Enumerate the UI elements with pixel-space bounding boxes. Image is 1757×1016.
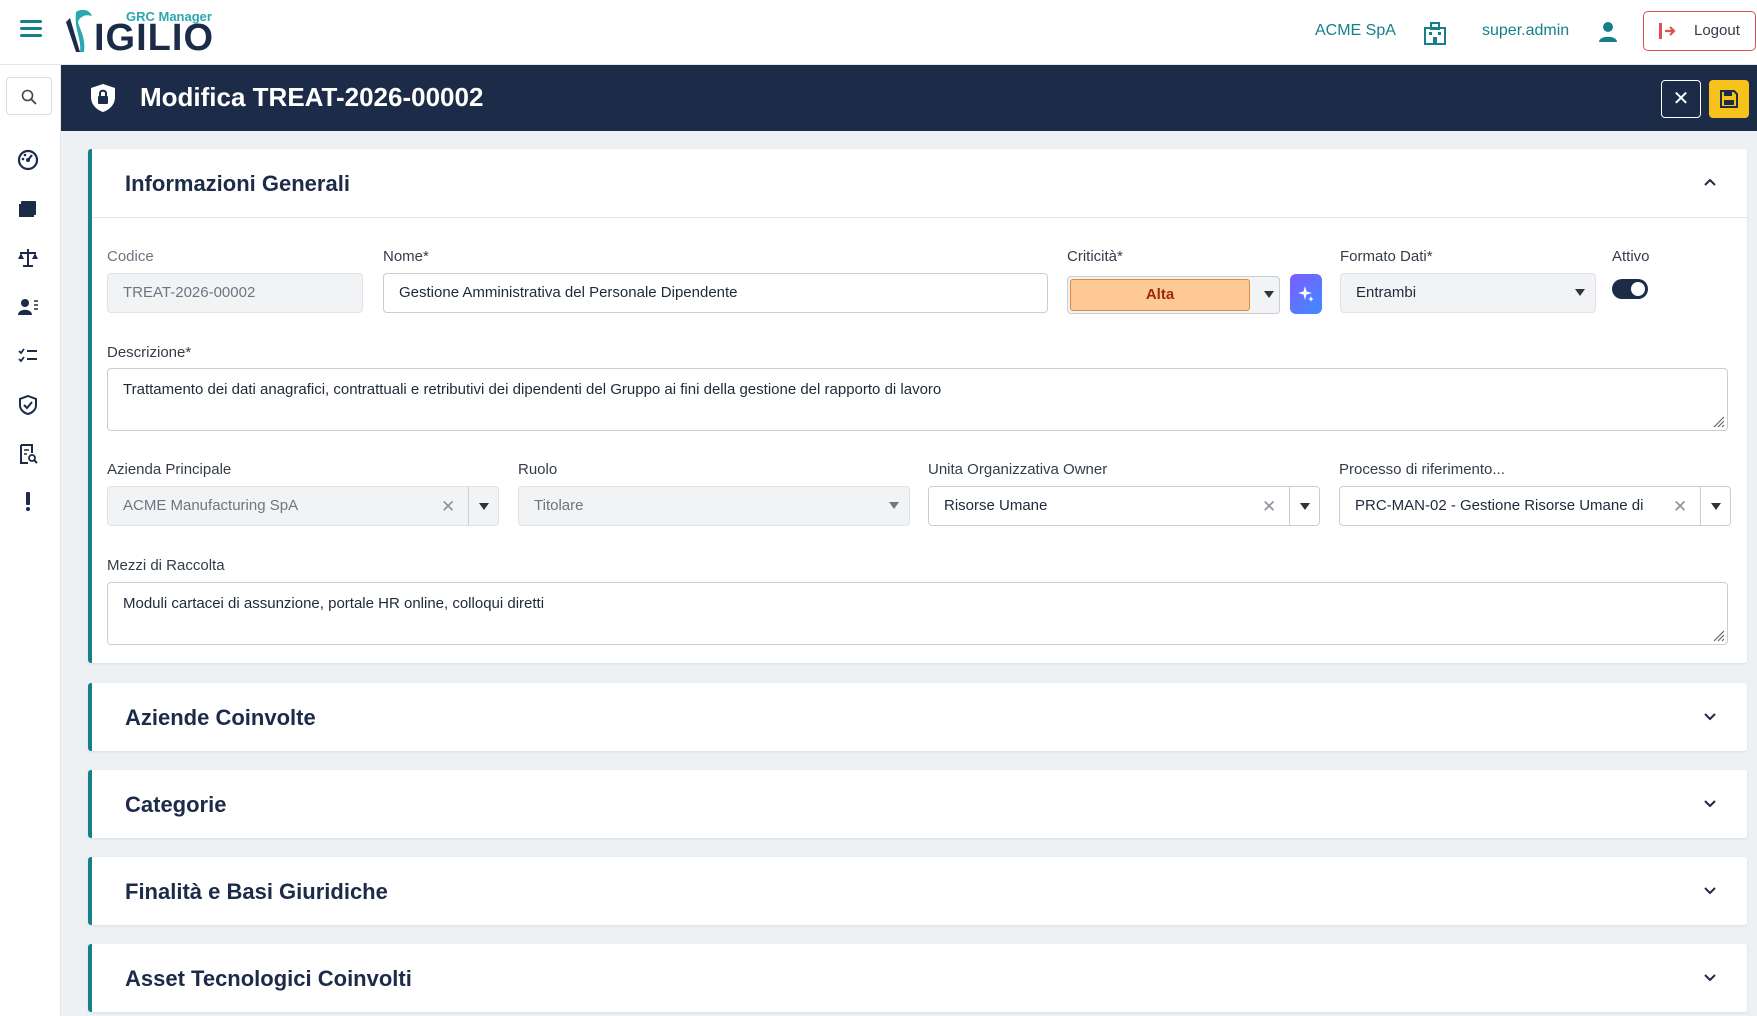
azienda-value: ACME Manufacturing SpA	[123, 497, 299, 514]
sidebar	[0, 65, 61, 1016]
resize-grip-icon[interactable]	[1711, 628, 1725, 642]
top-header: GRC Manager IGILIO ACME SpA super.admin …	[0, 0, 1757, 65]
caret-down-icon	[1264, 291, 1274, 298]
search-icon	[21, 89, 37, 105]
close-button[interactable]: ✕	[1661, 80, 1701, 118]
panel-asset-tecnologici[interactable]: Asset Tecnologici Coinvolti	[88, 944, 1747, 1012]
attivo-label: Attivo	[1612, 248, 1650, 265]
criticita-label: Criticità*	[1067, 248, 1123, 265]
processo-value: PRC-MAN-02 - Gestione Risorse Umane di	[1355, 497, 1644, 514]
document-search-icon[interactable]	[17, 443, 39, 465]
dashboard-icon[interactable]	[17, 149, 39, 171]
logo-wordmark: IGILIO	[94, 17, 214, 59]
codice-label: Codice	[107, 248, 154, 265]
formato-label: Formato Dati*	[1340, 248, 1433, 265]
chevron-down-icon[interactable]	[1703, 711, 1717, 721]
caret-down-icon[interactable]	[479, 503, 489, 510]
processo-label: Processo di riferimento...	[1339, 461, 1505, 478]
azienda-label: Azienda Principale	[107, 461, 232, 478]
clear-icon[interactable]: ✕	[1673, 498, 1687, 515]
descrizione-label: Descrizione*	[107, 344, 192, 361]
formato-value: Entrambi	[1356, 284, 1417, 301]
user-list-icon[interactable]	[17, 296, 39, 318]
toggle-knob	[1631, 282, 1645, 296]
panel-title: Aziende Coinvolte	[125, 705, 316, 730]
save-button[interactable]	[1709, 80, 1749, 118]
panel-title: Categorie	[125, 792, 227, 817]
chevron-down-icon[interactable]	[1703, 885, 1717, 895]
criticita-value-badge: Alta	[1070, 279, 1250, 311]
panel-aziende-coinvolte[interactable]: Aziende Coinvolte	[88, 683, 1747, 751]
ruolo-label: Ruolo	[518, 461, 558, 478]
descrizione-textarea[interactable]: Trattamento dei dati anagrafici, contrat…	[107, 368, 1728, 431]
logout-icon	[1659, 23, 1676, 39]
nome-input[interactable]: Gestione Amministrativa del Personale Di…	[383, 273, 1048, 313]
exclamation-icon[interactable]	[17, 490, 39, 512]
logout-label: Logout	[1694, 22, 1740, 39]
criticita-select[interactable]: Alta	[1067, 276, 1280, 314]
panel-finalita-basi-giuridiche[interactable]: Finalità e Basi Giuridiche	[88, 857, 1747, 925]
clear-icon[interactable]: ✕	[441, 498, 455, 515]
panel-title: Asset Tecnologici Coinvolti	[125, 966, 412, 991]
page-title: Modifica TREAT-2026-00002	[140, 82, 484, 112]
panel-informazioni-generali: Informazioni Generali Codice TREAT-2026-…	[88, 149, 1747, 663]
select-divider	[468, 487, 469, 525]
close-icon: ✕	[1672, 88, 1690, 110]
checklist-icon[interactable]	[17, 345, 39, 367]
attivo-toggle[interactable]	[1612, 279, 1648, 299]
formato-select[interactable]: Entrambi	[1340, 273, 1596, 313]
clear-icon[interactable]: ✕	[1262, 498, 1276, 515]
shield-icon[interactable]	[17, 394, 39, 416]
building-icon[interactable]	[1422, 20, 1448, 46]
user-icon[interactable]	[1598, 21, 1618, 43]
shield-lock-icon	[91, 84, 115, 112]
caret-down-icon	[1575, 289, 1585, 296]
codice-field: TREAT-2026-00002	[107, 273, 363, 313]
save-icon	[1720, 90, 1738, 108]
select-divider	[1289, 487, 1290, 525]
chevron-up-icon[interactable]	[1703, 177, 1717, 187]
company-name[interactable]: ACME SpA	[1315, 22, 1396, 40]
panel-categorie[interactable]: Categorie	[88, 770, 1747, 838]
page-title-bar: Modifica TREAT-2026-00002 ✕	[61, 65, 1757, 131]
azienda-select[interactable]: ACME Manufacturing SpA ✕	[107, 486, 499, 526]
ruolo-select[interactable]: Titolare	[518, 486, 910, 526]
registry-icon[interactable]	[17, 198, 39, 220]
select-divider	[1700, 487, 1701, 525]
resize-grip-icon[interactable]	[1711, 414, 1725, 428]
username[interactable]: super.admin	[1482, 22, 1569, 40]
ai-suggest-button[interactable]	[1290, 274, 1322, 314]
chevron-down-icon[interactable]	[1703, 972, 1717, 982]
menu-toggle-icon[interactable]	[20, 20, 42, 38]
caret-down-icon[interactable]	[1300, 503, 1310, 510]
mezzi-value: Moduli cartacei di assunzione, portale H…	[123, 595, 545, 612]
processo-select[interactable]: PRC-MAN-02 - Gestione Risorse Umane di ✕	[1339, 486, 1731, 526]
unita-label: Unita Organizzativa Owner	[928, 461, 1108, 478]
caret-down-icon	[889, 502, 899, 509]
unita-select[interactable]: Risorse Umane ✕	[928, 486, 1320, 526]
descrizione-value: Trattamento dei dati anagrafici, contrat…	[123, 381, 942, 398]
panel-divider	[92, 217, 1747, 218]
ruolo-value: Titolare	[534, 497, 584, 514]
app-logo[interactable]: GRC Manager IGILIO	[64, 6, 214, 60]
sidebar-search-button[interactable]	[6, 77, 52, 115]
mezzi-label: Mezzi di Raccolta	[107, 557, 225, 574]
nome-label: Nome*	[383, 248, 429, 265]
panel-header[interactable]: Informazioni Generali	[92, 149, 1747, 217]
caret-down-icon[interactable]	[1711, 503, 1721, 510]
unita-value: Risorse Umane	[944, 497, 1048, 514]
sparkles-icon	[1298, 286, 1314, 302]
panel-title: Informazioni Generali	[125, 171, 350, 196]
balance-scale-icon[interactable]	[17, 247, 39, 269]
logout-button[interactable]: Logout	[1643, 11, 1756, 51]
mezzi-textarea[interactable]: Moduli cartacei di assunzione, portale H…	[107, 582, 1728, 645]
panel-title: Finalità e Basi Giuridiche	[125, 879, 388, 904]
chevron-down-icon[interactable]	[1703, 798, 1717, 808]
